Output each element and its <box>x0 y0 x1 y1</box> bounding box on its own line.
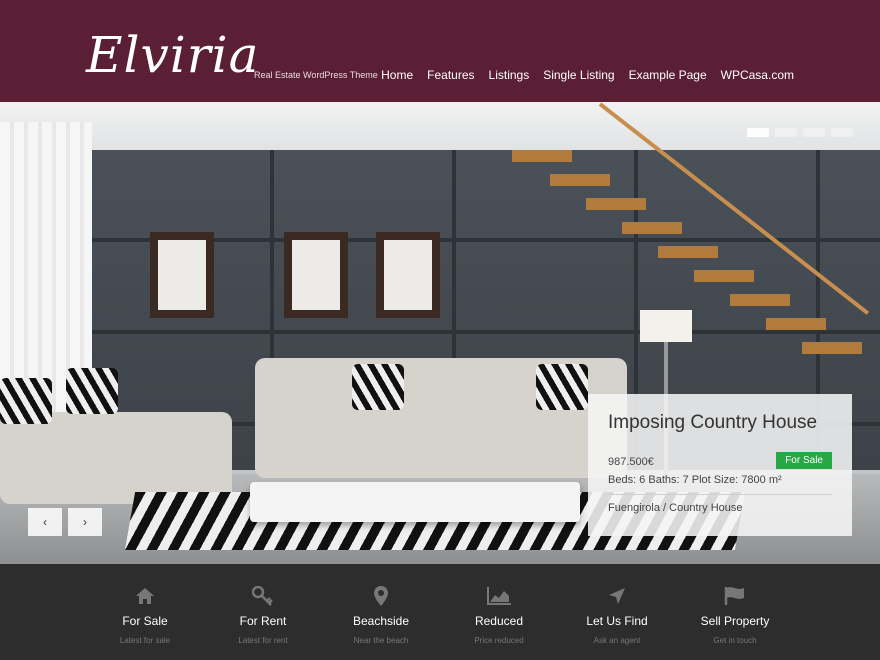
feature-let-us-find[interactable]: Let Us Find Ask an agent <box>558 564 676 660</box>
feature-label: For Rent <box>239 614 287 628</box>
listing-price: 987.500€ <box>608 456 654 468</box>
feature-for-sale[interactable]: For Sale Latest for sale <box>86 564 204 660</box>
listing-location[interactable]: Fuengirola / Country House <box>608 502 743 514</box>
floor-lamp-shade <box>640 310 692 342</box>
zebra-pillow <box>66 368 118 414</box>
site-header: Elviria Real Estate WordPress Theme Home… <box>0 0 880 102</box>
map-marker-icon <box>322 584 440 608</box>
stair-step <box>766 318 826 330</box>
stair-step <box>694 270 754 282</box>
stair-step <box>550 174 610 186</box>
stair-step <box>730 294 790 306</box>
picture-frame <box>150 232 214 318</box>
coffee-table <box>250 482 580 522</box>
chart-icon <box>440 584 558 608</box>
home-icon <box>86 584 204 608</box>
nav-listings[interactable]: Listings <box>489 68 530 82</box>
listing-card[interactable]: Imposing Country House 987.500€ For Sale… <box>588 394 852 536</box>
feature-sub: Get in touch <box>713 636 757 645</box>
stair-step <box>802 342 862 354</box>
listing-title[interactable]: Imposing Country House <box>608 412 832 434</box>
feature-label: Let Us Find <box>586 614 648 628</box>
site-tagline: Real Estate WordPress Theme <box>254 70 378 80</box>
stair-step <box>512 150 572 162</box>
feature-sub: Latest for rent <box>238 636 288 645</box>
site-logo[interactable]: Elviria <box>86 26 259 84</box>
stair-step <box>586 198 646 210</box>
slider-next-button[interactable]: › <box>68 508 102 536</box>
hero-slider: ‹ › Imposing Country House 987.500€ For … <box>0 102 880 564</box>
flag-icon <box>676 584 794 608</box>
feature-sub: Price reduced <box>474 636 524 645</box>
stair-step <box>622 222 682 234</box>
zebra-pillow <box>536 364 588 410</box>
key-icon <box>204 584 322 608</box>
slider-dot[interactable] <box>831 128 853 137</box>
zebra-pillow <box>352 364 404 410</box>
feature-sub: Ask an agent <box>593 636 641 645</box>
location-arrow-icon <box>558 584 676 608</box>
feature-label: Reduced <box>474 614 524 628</box>
feature-beachside[interactable]: Beachside Near the beach <box>322 564 440 660</box>
slider-prev-button[interactable]: ‹ <box>28 508 62 536</box>
zebra-pillow <box>0 378 52 424</box>
picture-frame <box>284 232 348 318</box>
nav-features[interactable]: Features <box>427 68 474 82</box>
feature-sub: Near the beach <box>353 636 409 645</box>
feature-for-rent[interactable]: For Rent Latest for rent <box>204 564 322 660</box>
sofa-left <box>0 412 232 504</box>
slider-dot[interactable] <box>747 128 769 137</box>
nav-wpcasa[interactable]: WPCasa.com <box>721 68 794 82</box>
status-badge: For Sale <box>776 452 832 469</box>
picture-frame <box>376 232 440 318</box>
slider-dot[interactable] <box>775 128 797 137</box>
feature-label: Sell Property <box>700 614 770 628</box>
listing-details: Beds: 6 Baths: 7 Plot Size: 7800 m² <box>608 474 782 486</box>
nav-home[interactable]: Home <box>381 68 413 82</box>
slider-dot[interactable] <box>803 128 825 137</box>
card-divider <box>608 494 832 495</box>
slider-pager <box>747 128 853 137</box>
nav-single-listing[interactable]: Single Listing <box>543 68 614 82</box>
hero-ceiling <box>0 102 880 152</box>
feature-sell-property[interactable]: Sell Property Get in touch <box>676 564 794 660</box>
nav-example-page[interactable]: Example Page <box>629 68 707 82</box>
main-nav: Home Features Listings Single Listing Ex… <box>381 68 794 82</box>
feature-reduced[interactable]: Reduced Price reduced <box>440 564 558 660</box>
feature-sub: Latest for sale <box>119 636 171 645</box>
feature-label: Beachside <box>352 614 410 628</box>
feature-bar: For Sale Latest for sale For Rent Latest… <box>0 564 880 660</box>
stair-step <box>658 246 718 258</box>
feature-label: For Sale <box>122 614 168 628</box>
